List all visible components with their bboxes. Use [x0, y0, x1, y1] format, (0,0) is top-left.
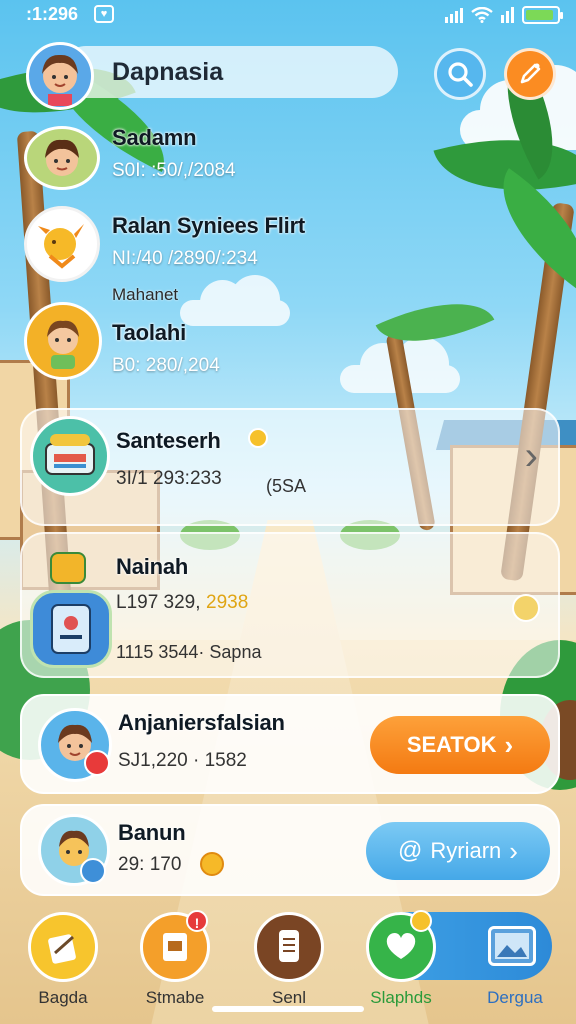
seatok-label: SEATOK [406, 732, 497, 757]
wifi-icon [471, 7, 493, 23]
nav-item-bagda[interactable]: Bagda [18, 908, 108, 1018]
contact-meta: L197 329, [116, 592, 201, 613]
contact-meta: SJ1,220 · 1582 [118, 750, 247, 771]
search-button[interactable] [434, 48, 486, 100]
chevron-right-icon: › [509, 835, 518, 866]
contact-meta: S0I: :50/,/2084 [112, 160, 236, 181]
edit-note-icon [28, 912, 98, 982]
ryriarn-button[interactable]: @ Ryriarn › [366, 822, 550, 880]
status-bar: :1:296 ♥ [0, 0, 576, 32]
ryriarn-label: Ryriarn [430, 838, 502, 863]
contact-meta: 29: 170 [118, 854, 182, 875]
emoji-badge [410, 910, 432, 932]
contact-avatar [30, 590, 112, 668]
notification-icon: ♥ [94, 5, 114, 23]
phone-icon [51, 604, 91, 654]
highlight-value: 2938 [206, 592, 249, 613]
edit-button[interactable] [504, 48, 556, 100]
contact-avatar [24, 206, 100, 282]
chevron-right-icon: › [504, 729, 514, 760]
gallery-icon [488, 926, 536, 966]
at-icon: @ [398, 837, 423, 864]
nav-label: Dergua [487, 988, 543, 1007]
clock-badge-icon [80, 858, 106, 884]
contact-avatar [24, 302, 102, 380]
profile-avatar[interactable] [26, 42, 94, 110]
contact-name: Ralan Syniees Flirt [112, 213, 306, 238]
status-dot-icon [248, 428, 268, 448]
contact-extra: (5SA [266, 476, 307, 496]
contact-name: Nainah [116, 554, 189, 579]
nav-label: Bagda [38, 988, 88, 1007]
nav-label: Stmabe [145, 988, 205, 1007]
seatok-button[interactable]: SEATOK › [370, 716, 550, 774]
contact-meta-secondary: 1115 3544· Sapna [116, 642, 262, 662]
chevron-right-icon[interactable]: › [525, 434, 538, 479]
contact-card[interactable]: Anjaniersfalsian SJ1,220 · 1582 SEATOK › [20, 694, 560, 794]
backpack-icon [50, 552, 86, 584]
contact-name: Santeserh [116, 428, 221, 453]
cellular-signal-icon [445, 7, 463, 23]
contact-avatar [30, 416, 110, 496]
nav-item-senl[interactable]: Senl [244, 908, 334, 1018]
contact-name: Banun [118, 820, 186, 845]
contact-card[interactable]: Banun 29: 170 @ Ryriarn › [20, 804, 560, 896]
search-icon [448, 62, 473, 87]
flashlight-icon[interactable] [512, 594, 540, 622]
contact-meta: NI:/40 /2890/:234 [112, 248, 258, 269]
scroll-icon [254, 912, 324, 982]
alert-badge: ! [186, 910, 208, 932]
nav-label: Slaphds [370, 988, 432, 1007]
header-search-bar[interactable] [60, 46, 398, 98]
pen-icon [520, 63, 541, 84]
radio-icon [45, 434, 95, 475]
coin-icon [200, 852, 224, 876]
contact-meta: 3I/1 293:233 [116, 468, 222, 489]
battery-icon [522, 6, 563, 24]
nav-item-slaphds[interactable]: Slaphds [356, 908, 446, 1018]
second-signal-icon [501, 7, 514, 23]
status-time: :1:296 [26, 4, 79, 24]
nav-label: Senl [271, 988, 307, 1007]
nav-item-dergua[interactable]: Dergua [470, 908, 560, 1018]
contact-name: Sadamn [112, 125, 197, 150]
contact-name: Taolahi [112, 320, 186, 345]
heart-badge-icon [84, 750, 110, 776]
contact-avatar [24, 126, 100, 190]
contact-card[interactable]: Nainah L197 329, 2938 1115 3544· Sapna [20, 532, 560, 678]
contact-card[interactable]: Santeserh 3I/1 293:233 (5SA › [20, 408, 560, 526]
contact-name: Anjaniersfalsian [118, 710, 285, 735]
page-title: Dapnasia [112, 58, 224, 86]
contact-meta: B0: 280/,204 [112, 355, 220, 376]
home-indicator[interactable] [212, 1006, 364, 1012]
contact-subtitle: Mahanet [112, 285, 179, 304]
nav-item-stmabe[interactable]: ! Stmabe [130, 908, 220, 1018]
